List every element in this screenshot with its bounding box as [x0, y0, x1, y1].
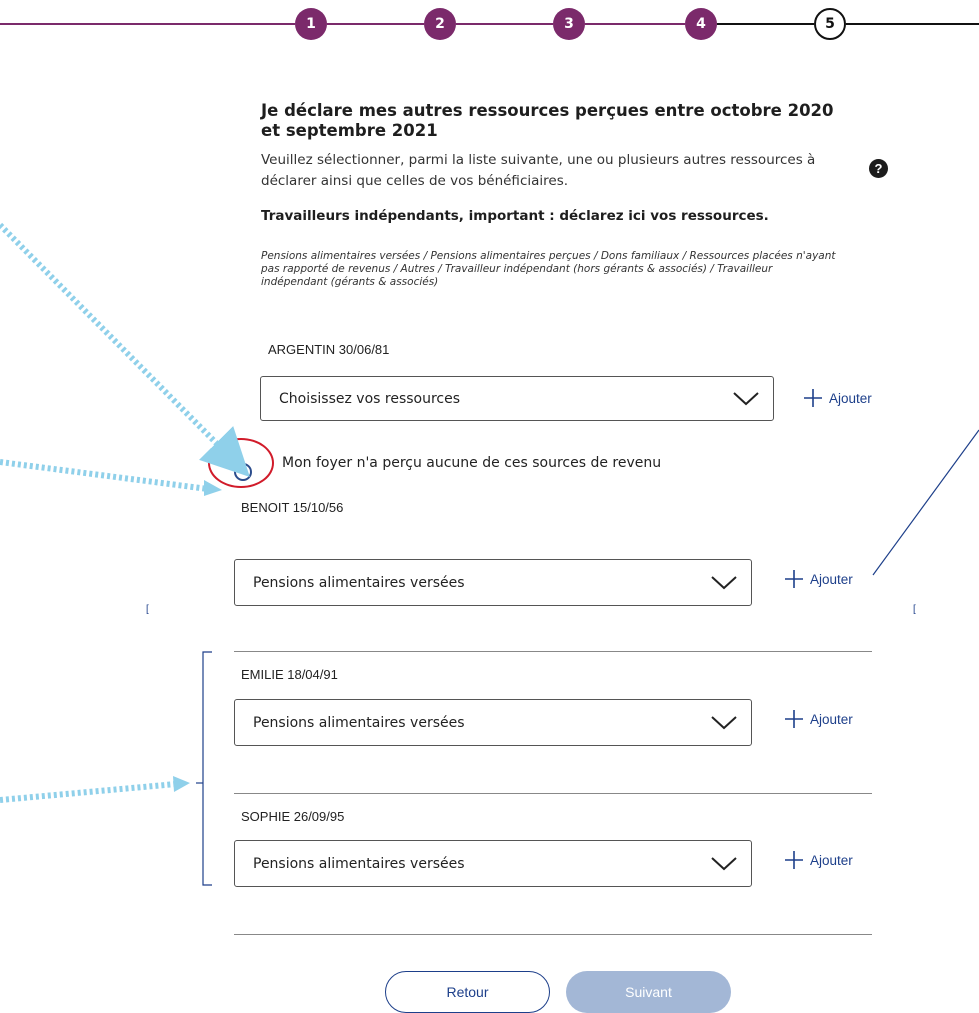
no-income-label[interactable]: Mon foyer n'a perçu aucune de ces source… — [282, 455, 661, 471]
chevron-down-icon — [711, 856, 737, 870]
annotation-bracket — [202, 651, 212, 886]
intro-text: Veuillez sélectionner, parmi la liste su… — [261, 152, 816, 189]
step-4: 4 — [685, 8, 717, 40]
add-button-benoit[interactable]: Ajouter — [784, 569, 853, 589]
stepper-line-remaining — [846, 23, 979, 25]
annotation-mark: [ — [146, 604, 149, 615]
select-value: Pensions alimentaires versées — [253, 574, 465, 591]
annotation-arrowhead — [173, 776, 190, 792]
step-1: 1 — [295, 8, 327, 40]
chevron-down-icon — [733, 391, 759, 405]
person-label-argentin: ARGENTIN 30/06/81 — [268, 342, 390, 357]
important-notice: Travailleurs indépendants, important : d… — [261, 208, 769, 224]
add-label: Ajouter — [810, 571, 853, 587]
add-button-emilie[interactable]: Ajouter — [784, 709, 853, 729]
section-divider — [234, 793, 872, 794]
annotation-line — [872, 429, 979, 576]
select-value: Pensions alimentaires versées — [253, 855, 465, 872]
section-divider — [234, 934, 872, 935]
annotation-arrow — [0, 222, 250, 478]
stepper-line-current — [717, 23, 814, 25]
page-title: Je déclare mes autres ressources perçues… — [261, 101, 834, 140]
add-button-argentin[interactable]: Ajouter — [803, 388, 872, 408]
resource-select-sophie[interactable]: Pensions alimentaires versées — [234, 840, 752, 887]
plus-icon — [785, 851, 803, 869]
annotation-mark: [ — [913, 604, 916, 615]
resource-select-emilie[interactable]: Pensions alimentaires versées — [234, 699, 752, 746]
step-5: 5 — [814, 8, 846, 40]
resource-types-list: Pensions alimentaires versées / Pensions… — [261, 250, 836, 288]
no-income-radio[interactable] — [234, 463, 252, 481]
stepper-line-done — [585, 23, 685, 25]
next-button[interactable]: Suivant — [566, 971, 731, 1013]
person-label-benoit: BENOIT 15/10/56 — [241, 500, 344, 515]
stepper-line-done — [0, 23, 295, 25]
annotation-arrow — [0, 781, 177, 803]
plus-icon — [785, 570, 803, 588]
annotation-arrow — [0, 459, 209, 492]
back-button[interactable]: Retour — [385, 971, 550, 1013]
chevron-down-icon — [711, 715, 737, 729]
section-divider — [234, 651, 872, 652]
plus-icon — [804, 389, 822, 407]
question-circle-icon[interactable]: ? — [869, 159, 888, 178]
step-3: 3 — [553, 8, 585, 40]
person-label-sophie: SOPHIE 26/09/95 — [241, 809, 345, 824]
add-label: Ajouter — [810, 852, 853, 868]
select-value: Pensions alimentaires versées — [253, 714, 465, 731]
person-label-emilie: EMILIE 18/04/91 — [241, 667, 338, 682]
step-2: 2 — [424, 8, 456, 40]
add-label: Ajouter — [829, 390, 872, 406]
add-label: Ajouter — [810, 711, 853, 727]
plus-icon — [785, 710, 803, 728]
stepper-line-done — [456, 23, 553, 25]
chevron-down-icon — [711, 575, 737, 589]
resource-select-benoit[interactable]: Pensions alimentaires versées — [234, 559, 752, 606]
add-button-sophie[interactable]: Ajouter — [784, 850, 853, 870]
select-value: Choisissez vos ressources — [279, 390, 461, 407]
stepper-line-done — [327, 23, 424, 25]
resource-select-argentin[interactable]: Choisissez vos ressources — [260, 376, 774, 421]
